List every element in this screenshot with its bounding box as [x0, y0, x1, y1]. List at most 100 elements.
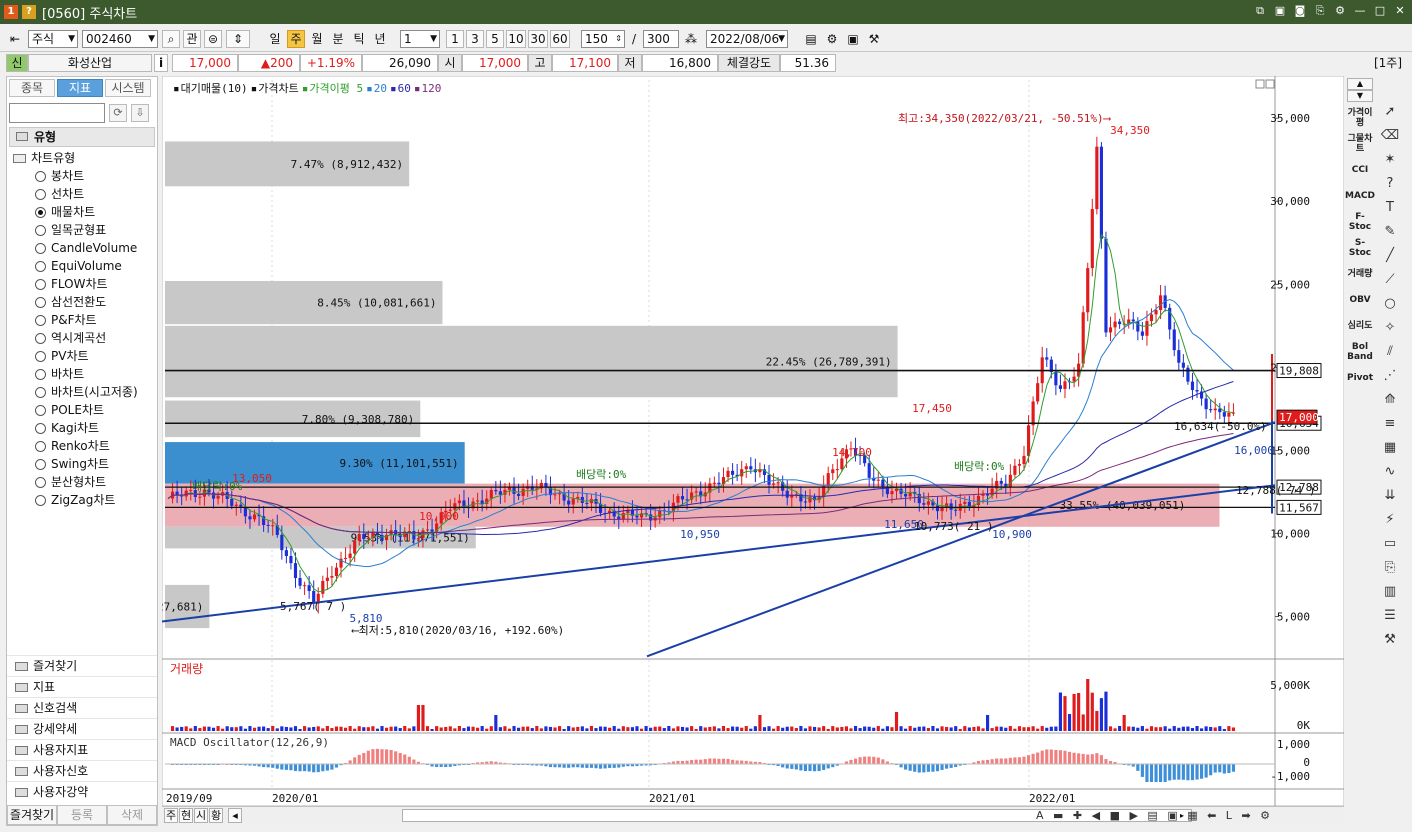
- chart-type-item[interactable]: ZigZag차트: [9, 491, 155, 509]
- grid-icon[interactable]: ▦: [1378, 436, 1402, 460]
- bottom-toggle-button-2[interactable]: 시: [194, 808, 208, 823]
- fan-icon[interactable]: ⟰: [1378, 388, 1402, 412]
- radio-icon[interactable]: [35, 225, 46, 236]
- chart-type-item[interactable]: 역시계곡선: [9, 329, 155, 347]
- pencil-icon[interactable]: ✎: [1378, 220, 1402, 244]
- panel-down-icon[interactable]: ▼: [1347, 90, 1373, 102]
- radio-icon[interactable]: [35, 351, 46, 362]
- bottom-toggle-button-0[interactable]: 주: [164, 808, 178, 823]
- left-bottom-button-2[interactable]: 삭제: [107, 805, 157, 825]
- folder-item[interactable]: 사용자강약: [7, 781, 157, 802]
- auto-icon[interactable]: ⚡: [1378, 508, 1402, 532]
- radio-icon[interactable]: [35, 261, 46, 272]
- quick-count-button-4[interactable]: 30: [528, 30, 548, 48]
- period-button-3[interactable]: 분: [329, 30, 347, 48]
- chart-type-item[interactable]: 매물차트: [9, 203, 155, 221]
- chart-type-item[interactable]: POLE차트: [9, 401, 155, 419]
- quick-count-button-3[interactable]: 10: [506, 30, 526, 48]
- copy-icon[interactable]: ⎘: [1378, 556, 1402, 580]
- circle-icon[interactable]: ○: [1378, 292, 1402, 316]
- quick-count-button-1[interactable]: 3: [466, 30, 484, 48]
- text-plus-icon[interactable]: T: [1378, 196, 1402, 220]
- date-input[interactable]: 2022/08/06 ▼: [706, 30, 788, 48]
- radio-icon[interactable]: [35, 315, 46, 326]
- save-icon[interactable]: ▣: [844, 30, 862, 48]
- indicator-tool-button[interactable]: S-Stoc: [1347, 236, 1373, 260]
- window-icon[interactable]: ▭: [1378, 532, 1402, 556]
- capture-icon[interactable]: ◙: [1292, 2, 1308, 20]
- period-button-2[interactable]: 월: [308, 30, 326, 48]
- quick-count-button-5[interactable]: 60: [550, 30, 570, 48]
- chart-window-icon[interactable]: ▤: [802, 30, 820, 48]
- interval-input[interactable]: 1 ▼: [400, 30, 440, 48]
- scroll-left-icon[interactable]: ◂: [228, 808, 242, 823]
- left-bottom-button-0[interactable]: 즐겨찾기: [7, 805, 57, 825]
- settings-gear-icon[interactable]: ⚙: [1332, 2, 1348, 20]
- link-icon[interactable]: ⊜: [204, 30, 222, 48]
- total-count-input[interactable]: 300: [643, 30, 679, 48]
- section-header-type[interactable]: 유형: [9, 127, 155, 147]
- chart-type-item[interactable]: Kagi차트: [9, 419, 155, 437]
- indicator-tool-button[interactable]: F-Stoc: [1347, 210, 1373, 234]
- fib-icon[interactable]: ≡: [1378, 412, 1402, 436]
- indicator-tool-button[interactable]: OBV: [1347, 288, 1373, 312]
- close-icon[interactable]: ✕: [1392, 2, 1408, 20]
- spin-updown-icon[interactable]: ⇕: [226, 30, 250, 48]
- prev-stock-icon[interactable]: ⇤: [6, 30, 24, 48]
- period-button-4[interactable]: 틱: [350, 30, 368, 48]
- minimize-icon[interactable]: —: [1352, 2, 1368, 20]
- chart-type-item[interactable]: 일목균형표: [9, 221, 155, 239]
- period-button-0[interactable]: 일: [266, 30, 284, 48]
- indicator-tool-button[interactable]: 그물차트: [1347, 132, 1373, 156]
- indicator-tool-button[interactable]: CCI: [1347, 158, 1373, 182]
- chart-type-item[interactable]: 봉차트: [9, 167, 155, 185]
- chart-type-item[interactable]: 바차트(시고저종): [9, 383, 155, 401]
- restore-icon[interactable]: ▣: [1272, 2, 1288, 20]
- question-icon[interactable]: ?: [1378, 172, 1402, 196]
- chart-type-item[interactable]: 삼선전환도: [9, 293, 155, 311]
- line-icon[interactable]: ╱: [1378, 244, 1402, 268]
- config-icon[interactable]: ⚙: [823, 30, 841, 48]
- tools-icon[interactable]: ⚒: [865, 30, 883, 48]
- bottom-toggle-button-1[interactable]: 현: [179, 808, 193, 823]
- folder-item[interactable]: 강세약세: [7, 718, 157, 739]
- quick-count-button-0[interactable]: 1: [446, 30, 464, 48]
- radio-icon[interactable]: [35, 423, 46, 434]
- radio-icon[interactable]: [35, 495, 46, 506]
- new-window-icon[interactable]: ⧉: [1252, 2, 1268, 20]
- ray-icon[interactable]: ⟋: [1378, 268, 1402, 292]
- bottom-toggle-button-3[interactable]: 황: [209, 808, 223, 823]
- left-bottom-button-1[interactable]: 등록: [57, 805, 107, 825]
- info-icon[interactable]: i: [154, 54, 168, 72]
- chart-type-item[interactable]: P&F차트: [9, 311, 155, 329]
- favorite-button[interactable]: 관: [183, 30, 201, 48]
- report-icon[interactable]: ☰: [1378, 604, 1402, 628]
- chart-svg[interactable]: 7.47% (8,912,432) 8.45% (10,081,661) 22.45…: [162, 76, 1344, 806]
- period-button-5[interactable]: 년: [371, 30, 389, 48]
- tree-root-chart-types[interactable]: 차트유형: [9, 149, 155, 167]
- count-settings-icon[interactable]: ⁂: [682, 30, 700, 48]
- radio-icon[interactable]: [35, 189, 46, 200]
- period-button-1[interactable]: 주: [287, 30, 305, 48]
- channel-icon[interactable]: ⫽: [1378, 340, 1402, 364]
- folder-item[interactable]: 지표: [7, 676, 157, 697]
- chart-type-item[interactable]: 바차트: [9, 365, 155, 383]
- radio-icon[interactable]: [35, 297, 46, 308]
- left-tab-0[interactable]: 종목: [9, 79, 55, 97]
- market-select[interactable]: 주식 ▼: [28, 30, 78, 48]
- eraser-icon[interactable]: ⌫: [1378, 124, 1402, 148]
- help-badge[interactable]: ?: [22, 5, 36, 19]
- all-icon[interactable]: ✶: [1378, 148, 1402, 172]
- radio-icon[interactable]: [35, 441, 46, 452]
- chart-type-item[interactable]: EquiVolume: [9, 257, 155, 275]
- maximize-icon[interactable]: □: [1372, 2, 1388, 20]
- chart-icon[interactable]: ▥: [1378, 580, 1402, 604]
- copy-icon[interactable]: ⎘: [1312, 2, 1328, 20]
- chart-type-item[interactable]: 분산형차트: [9, 473, 155, 491]
- radio-icon[interactable]: [35, 369, 46, 380]
- stock-code-input[interactable]: 002460 ▼: [82, 30, 158, 48]
- refresh-icon[interactable]: ⟳: [109, 104, 127, 122]
- retracement-icon[interactable]: ⇊: [1378, 484, 1402, 508]
- wave-icon[interactable]: ∿: [1378, 460, 1402, 484]
- folder-item[interactable]: 신호검색: [7, 697, 157, 718]
